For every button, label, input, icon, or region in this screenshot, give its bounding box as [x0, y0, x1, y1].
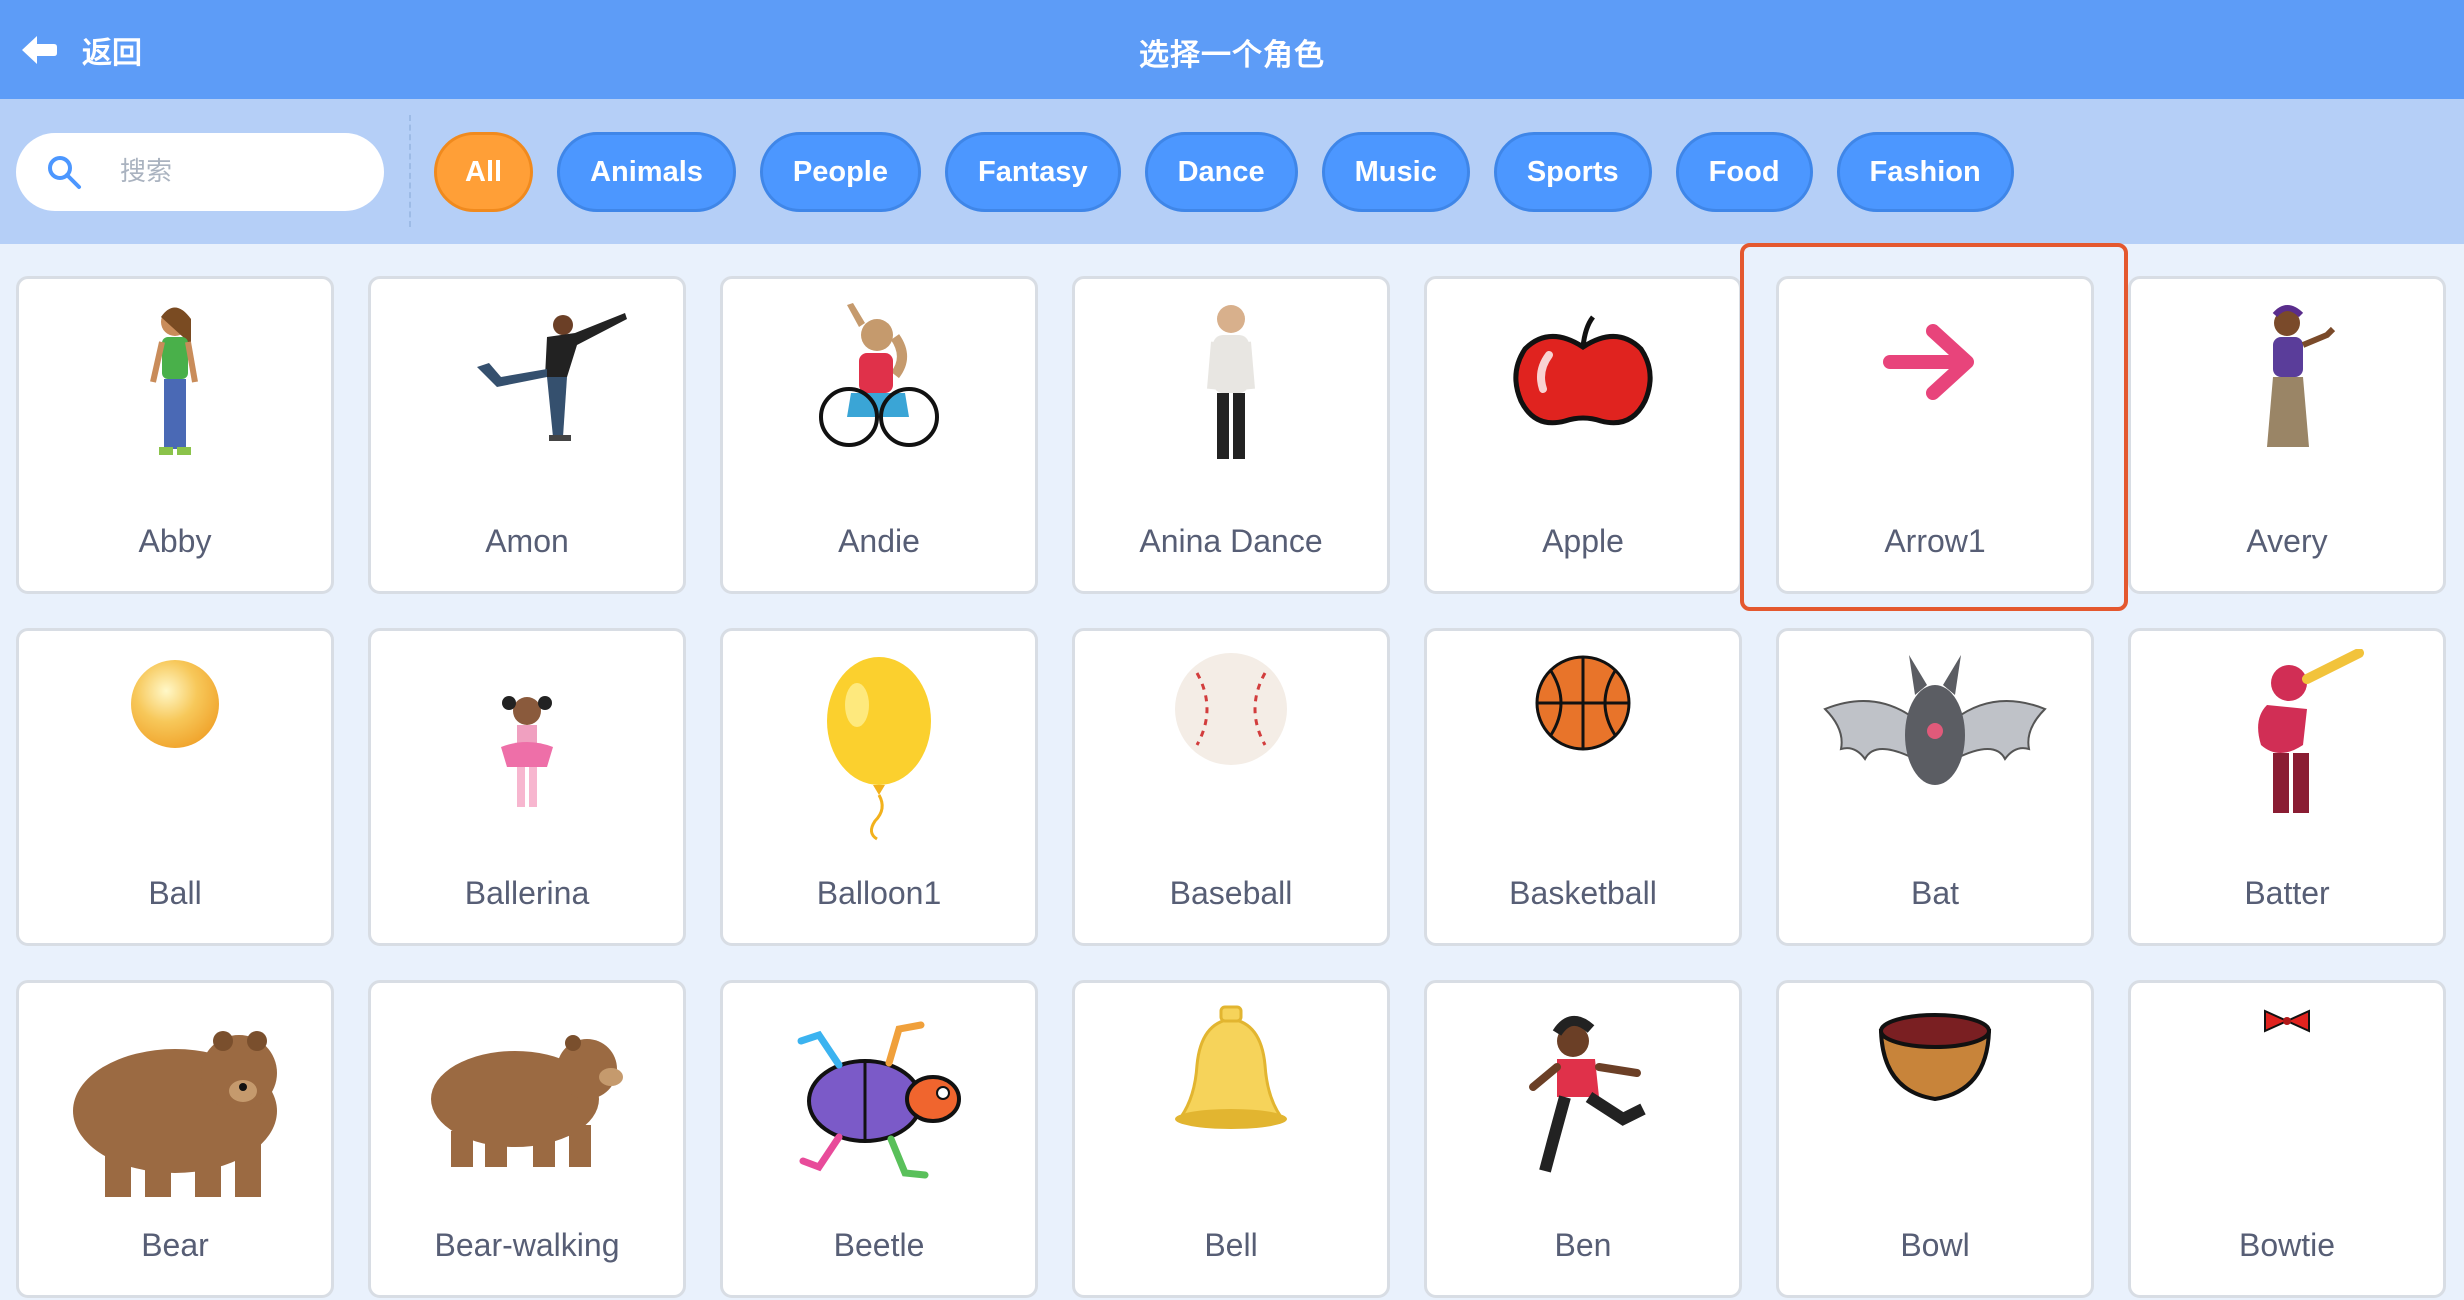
- sprite-name: Bowl: [1900, 1227, 1970, 1263]
- sprite-card-bowl[interactable]: Bowl: [1776, 980, 2094, 1298]
- bowl-icon: [1779, 1001, 2091, 1211]
- balloon-icon: [723, 649, 1035, 859]
- search-input[interactable]: [118, 156, 352, 188]
- sprite-card-ben[interactable]: Ben: [1424, 980, 1742, 1298]
- sprite-card-bat[interactable]: Bat: [1776, 628, 2094, 946]
- sprite-name: Beetle: [833, 1227, 925, 1263]
- sprite-card-baseball[interactable]: Baseball: [1072, 628, 1390, 946]
- tag-music[interactable]: Music: [1321, 132, 1470, 212]
- apple-icon: [1427, 297, 1739, 507]
- sprite-card-bear[interactable]: Bear: [16, 980, 334, 1298]
- search-icon: [48, 156, 81, 189]
- woman-standing-icon: [1075, 297, 1387, 507]
- sprite-name: Balloon1: [816, 875, 942, 911]
- wheelchair-athlete-icon: [723, 297, 1035, 507]
- sprite-name: Bear-walking: [434, 1227, 620, 1263]
- tag-all[interactable]: All: [434, 132, 534, 212]
- sprite-name: Bell: [1204, 1227, 1258, 1263]
- sprite-name: Ben: [1554, 1227, 1612, 1263]
- arrow-icon: [1779, 297, 2091, 507]
- girl-waving-icon: [2131, 297, 2443, 507]
- sprite-card-basketball[interactable]: Basketball: [1424, 628, 1742, 946]
- sprite-card-balloon1[interactable]: Balloon1: [720, 628, 1038, 946]
- baseball-icon: [1075, 649, 1387, 859]
- tag-fashion[interactable]: Fashion: [1836, 132, 2014, 212]
- sprite-card-abby[interactable]: Abby: [16, 276, 334, 594]
- sprite-name: Bear: [141, 1227, 209, 1263]
- sprite-name: Apple: [1542, 523, 1624, 559]
- page-title: 选择一个角色: [1139, 38, 1325, 73]
- tag-animals[interactable]: Animals: [557, 132, 736, 212]
- sprite-name: Amon: [485, 523, 569, 559]
- boy-running-icon: [1427, 1001, 1739, 1211]
- batter-icon: [2131, 649, 2443, 859]
- sprite-name: Baseball: [1169, 875, 1293, 911]
- sprite-name: Bat: [1910, 875, 1960, 911]
- tag-dance[interactable]: Dance: [1144, 132, 1298, 212]
- sprite-card-arrow1[interactable]: Arrow1: [1776, 276, 2094, 594]
- bear-icon: [19, 1001, 331, 1211]
- category-tags: All Animals People Fantasy Dance Music Sports F…: [434, 132, 2014, 212]
- dancer-figure-icon: [371, 297, 683, 507]
- sprite-name: Anina Dance: [1139, 523, 1323, 559]
- sprite-card-batter[interactable]: Batter: [2128, 628, 2446, 946]
- bear-walking-icon: [371, 1001, 683, 1211]
- sprite-card-beetle[interactable]: Beetle: [720, 980, 1038, 1298]
- sprite-card-apple[interactable]: Apple: [1424, 276, 1742, 594]
- sprite-card-andie[interactable]: Andie: [720, 276, 1038, 594]
- sprite-card-avery[interactable]: Avery: [2128, 276, 2446, 594]
- sprite-name: Ballerina: [464, 875, 590, 911]
- sprite-name: Andie: [838, 523, 920, 559]
- sprite-name: Bowtie: [2238, 1227, 2336, 1263]
- sprite-card-ball[interactable]: Ball: [16, 628, 334, 946]
- sprite-card-anina-dance[interactable]: Anina Dance: [1072, 276, 1390, 594]
- sprite-card-amon[interactable]: Amon: [368, 276, 686, 594]
- beetle-icon: [723, 1001, 1035, 1211]
- divider: [409, 115, 411, 227]
- sprite-card-bell[interactable]: Bell: [1072, 980, 1390, 1298]
- sprite-card-bowtie[interactable]: Bowtie: [2128, 980, 2446, 1298]
- bell-icon: [1075, 1001, 1387, 1211]
- sprite-name: Avery: [2246, 523, 2328, 559]
- filter-bar: All Animals People Fantasy Dance Music Sports F…: [0, 99, 2464, 244]
- sprite-name: Ball: [148, 875, 202, 911]
- girl-figure-icon: [19, 297, 331, 507]
- sprite-name: Arrow1: [1884, 523, 1986, 559]
- tag-people[interactable]: People: [759, 132, 921, 212]
- header: 返回 选择一个角色: [0, 0, 2464, 99]
- sprite-card-bear-walking[interactable]: Bear-walking: [368, 980, 686, 1298]
- sprite-name: Abby: [138, 523, 212, 559]
- tag-fantasy[interactable]: Fantasy: [944, 132, 1121, 212]
- ball-icon: [19, 649, 331, 859]
- sprite-card-ballerina[interactable]: Ballerina: [368, 628, 686, 946]
- sprite-name: Batter: [2244, 875, 2330, 911]
- tag-sports[interactable]: Sports: [1493, 132, 1652, 212]
- search-box[interactable]: [16, 133, 384, 211]
- sprite-name: Basketball: [1509, 875, 1657, 911]
- basketball-icon: [1427, 649, 1739, 859]
- tag-food[interactable]: Food: [1675, 132, 1813, 212]
- bowtie-icon: [2131, 1001, 2443, 1211]
- ballerina-icon: [371, 649, 683, 859]
- bat-icon: [1779, 649, 2091, 859]
